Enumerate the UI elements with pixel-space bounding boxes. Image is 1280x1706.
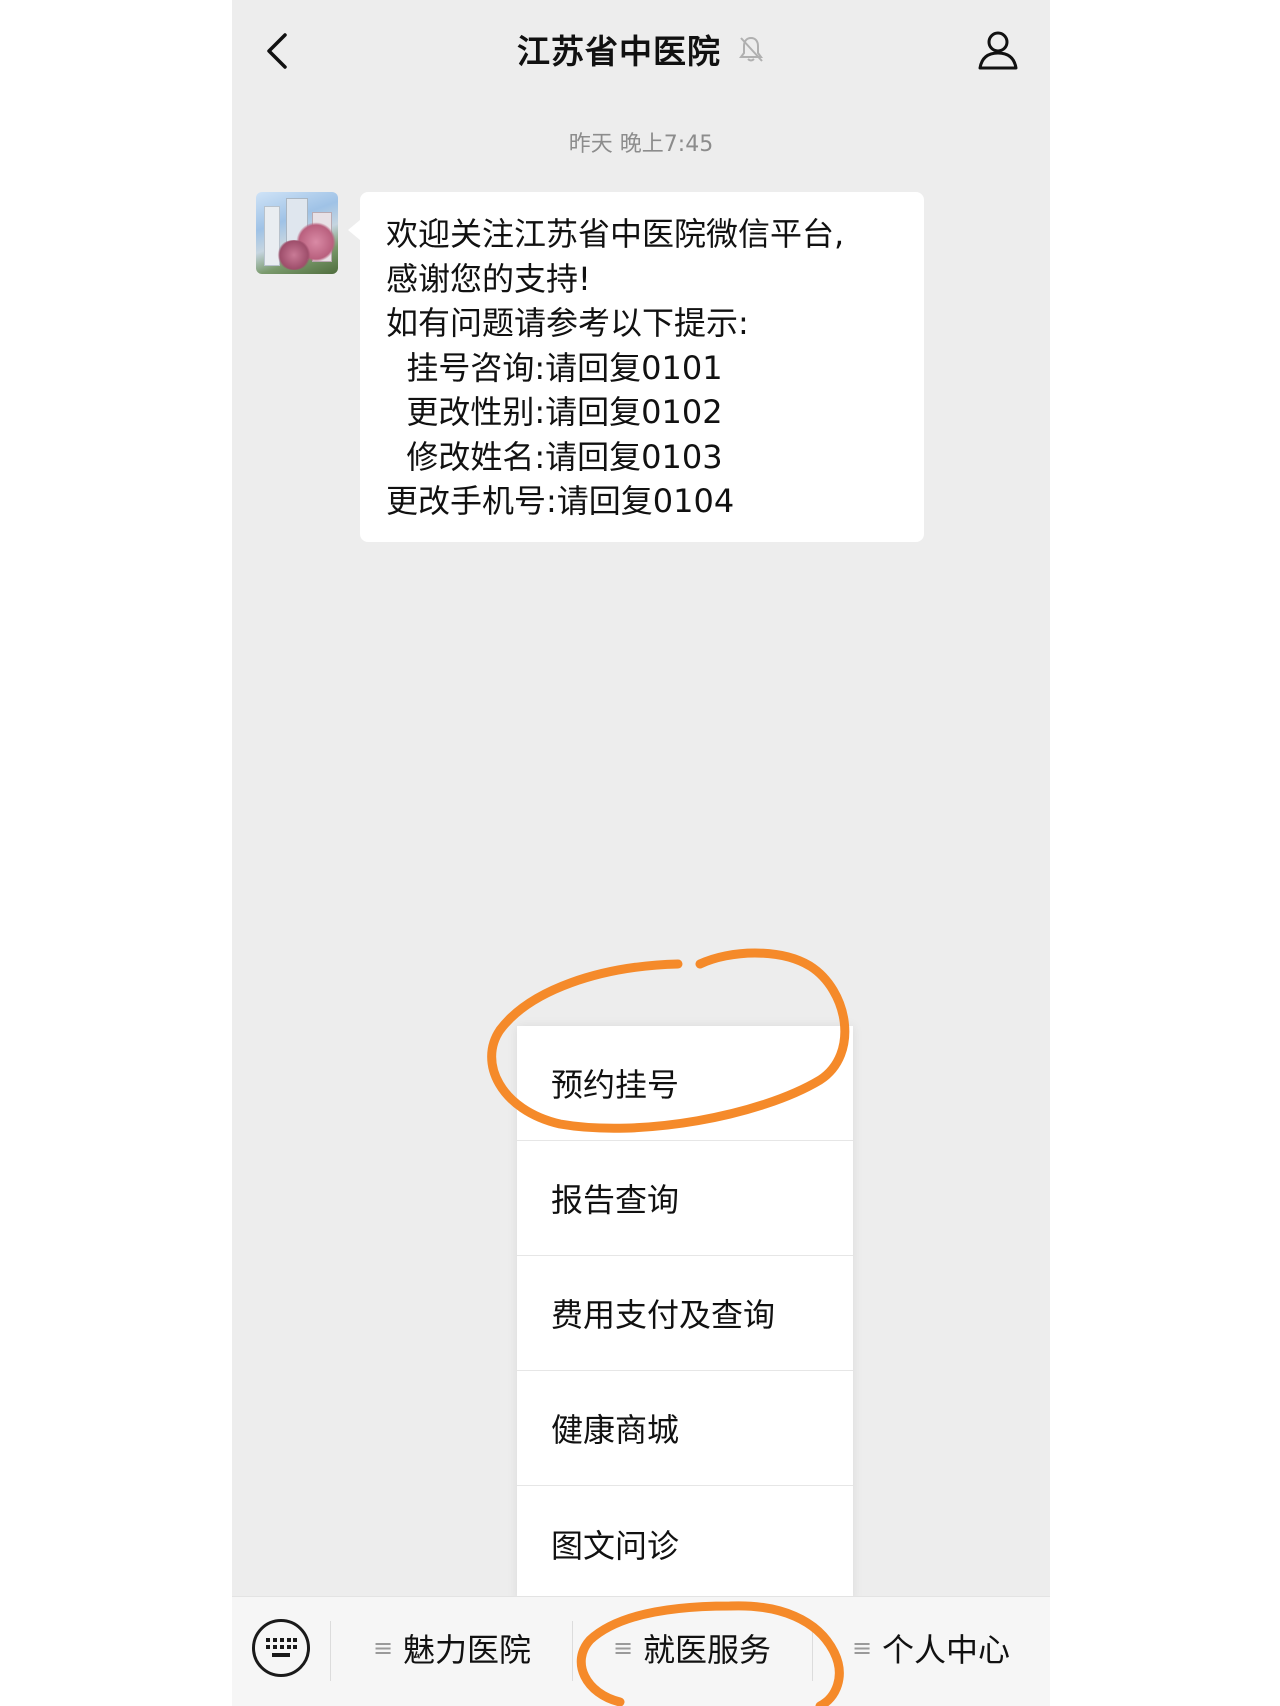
menu-item-report-query[interactable]: 报告查询: [517, 1141, 853, 1256]
bottom-menu-bar: ≡ 魅力医院 ≡ 就医服务 ≡ 个人中心: [232, 1596, 1050, 1706]
profile-button[interactable]: [974, 26, 1022, 74]
page-title: 江苏省中医院: [517, 32, 721, 71]
menu-lines-icon: ≡: [851, 1634, 873, 1662]
keyboard-icon: [266, 1638, 297, 1657]
keyboard-toggle-button[interactable]: [252, 1619, 310, 1677]
menu-item-appointment[interactable]: 预约挂号: [517, 1026, 853, 1141]
bell-muted-icon: [737, 34, 765, 64]
message-line: 更改手机号:请回复0104: [386, 482, 735, 520]
message-line: 欢迎关注江苏省中医院微信平台,: [386, 215, 845, 253]
tab-medical-service[interactable]: ≡ 就医服务: [572, 1619, 812, 1677]
divider: [330, 1621, 331, 1681]
menu-item-health-mall[interactable]: 健康商城: [517, 1371, 853, 1486]
message-line: 感谢您的支持!: [386, 259, 591, 298]
title-area: 江苏省中医院: [232, 26, 1050, 72]
menu-item-consultation[interactable]: 图文问诊: [517, 1486, 853, 1601]
tab-charm-hospital[interactable]: ≡ 魅力医院: [332, 1619, 572, 1677]
tab-label: 个人中心: [882, 1631, 1011, 1669]
message-bubble[interactable]: 欢迎关注江苏省中医院微信平台, 感谢您的支持! 如有问题请参考以下提示: 挂号咨…: [348, 192, 924, 542]
message-line: 更改性别:请回复0102: [386, 393, 723, 431]
message-line: 修改姓名:请回复0103: [386, 437, 723, 476]
service-submenu: 预约挂号 报告查询 费用支付及查询 健康商城 图文问诊: [517, 1026, 853, 1601]
menu-lines-icon: ≡: [612, 1634, 634, 1662]
tab-label: 魅力医院: [403, 1631, 532, 1669]
message-line: 挂号咨询:请回复0101: [386, 348, 723, 387]
tab-personal-center[interactable]: ≡ 个人中心: [812, 1619, 1050, 1677]
message-line: 如有问题请参考以下提示:: [386, 304, 749, 342]
header: 江苏省中医院: [232, 0, 1050, 100]
chat-screen: 江苏省中医院 昨天 晚上7:45 欢迎关注江苏省中医院微信平台, 感谢您的支持!…: [232, 0, 1050, 1706]
menu-lines-icon: ≡: [372, 1634, 394, 1662]
avatar[interactable]: [256, 192, 338, 274]
menu-item-payment[interactable]: 费用支付及查询: [517, 1256, 853, 1371]
person-icon: [978, 31, 1018, 70]
tab-label: 就医服务: [643, 1631, 772, 1669]
message-timestamp: 昨天 晚上7:45: [568, 132, 714, 157]
